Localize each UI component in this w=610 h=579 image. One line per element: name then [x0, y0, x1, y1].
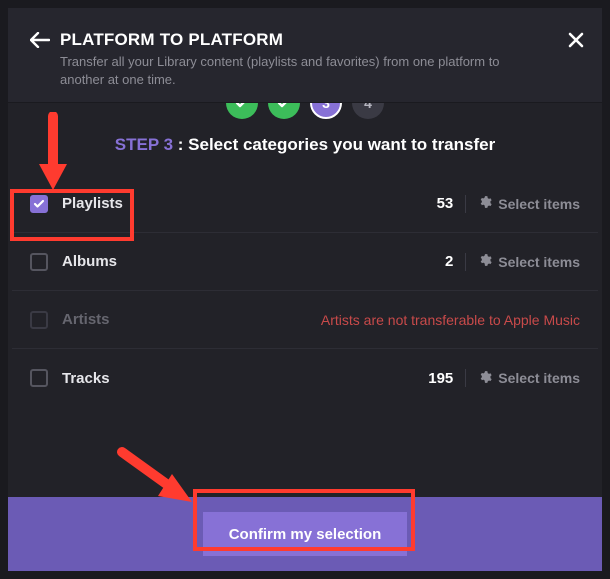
checkbox-tracks[interactable] — [30, 369, 48, 387]
category-row-albums: Albums 2 Select items — [12, 233, 598, 291]
category-row-artists: Artists Artists are not transferable to … — [12, 291, 598, 349]
gear-icon — [478, 370, 492, 387]
category-count: 53 — [437, 195, 454, 212]
step-title: STEP 3 : Select categories you want to t… — [8, 135, 602, 155]
category-error: Artists are not transferable to Apple Mu… — [321, 312, 580, 328]
step-number-label: STEP 3 — [115, 135, 173, 154]
category-label: Tracks — [62, 370, 428, 387]
checkbox-playlists[interactable] — [30, 195, 48, 213]
divider — [465, 369, 466, 387]
gear-icon — [478, 253, 492, 270]
transfer-modal: PLATFORM TO PLATFORM Transfer all your L… — [8, 8, 602, 571]
modal-subtitle: Transfer all your Library content (playl… — [60, 53, 520, 88]
modal-footer: Confirm my selection — [8, 497, 602, 571]
category-label: Artists — [62, 311, 321, 328]
select-items-albums[interactable]: Select items — [478, 253, 580, 270]
category-label: Playlists — [62, 195, 437, 212]
select-items-tracks[interactable]: Select items — [478, 370, 580, 387]
category-count: 2 — [445, 253, 453, 270]
close-icon[interactable] — [568, 32, 584, 53]
category-count: 195 — [428, 370, 453, 387]
step-description: : Select categories you want to transfer — [173, 135, 495, 154]
category-list: Playlists 53 Select items Albums 2 Selec… — [8, 175, 602, 407]
divider — [465, 253, 466, 271]
confirm-selection-button[interactable]: Confirm my selection — [203, 512, 407, 556]
back-arrow-icon[interactable] — [30, 32, 50, 53]
modal-title: PLATFORM TO PLATFORM — [60, 30, 582, 50]
category-row-tracks: Tracks 195 Select items — [12, 349, 598, 407]
select-items-playlists[interactable]: Select items — [478, 195, 580, 212]
checkbox-artists — [30, 311, 48, 329]
select-items-label: Select items — [498, 370, 580, 386]
header-titles: PLATFORM TO PLATFORM Transfer all your L… — [60, 30, 582, 88]
select-items-label: Select items — [498, 196, 580, 212]
select-items-label: Select items — [498, 254, 580, 270]
category-label: Albums — [62, 253, 445, 270]
checkbox-albums[interactable] — [30, 253, 48, 271]
modal-header: PLATFORM TO PLATFORM Transfer all your L… — [8, 8, 602, 103]
gear-icon — [478, 195, 492, 212]
category-row-playlists: Playlists 53 Select items — [12, 175, 598, 233]
divider — [465, 195, 466, 213]
